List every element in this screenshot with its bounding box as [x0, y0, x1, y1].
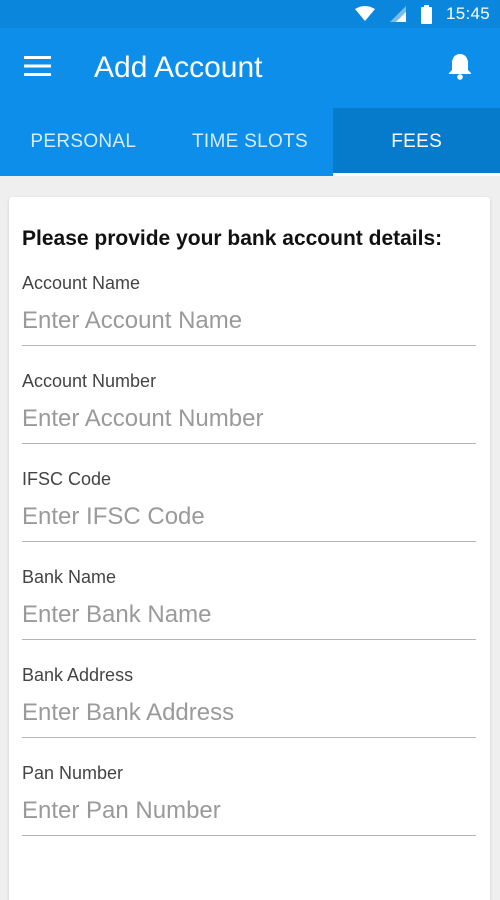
bank-name-field: Bank Name: [22, 567, 476, 640]
account-number-input[interactable]: [22, 405, 476, 444]
pan-number-field: Pan Number: [22, 763, 476, 836]
bank-address-input[interactable]: [22, 699, 476, 738]
ifsc-code-field: IFSC Code: [22, 469, 476, 542]
form-heading: Please provide your bank account details…: [22, 227, 443, 250]
status-bar: 15:45: [0, 0, 500, 28]
tab-personal[interactable]: PERSONAL: [0, 108, 167, 176]
bank-name-label: Bank Name: [22, 567, 117, 587]
account-number-field: Account Number: [22, 371, 476, 444]
page-title: Add Account: [94, 51, 263, 84]
bank-address-label: Bank Address: [22, 665, 134, 685]
account-number-label: Account Number: [22, 371, 157, 391]
notifications-button[interactable]: [440, 48, 480, 88]
account-name-input[interactable]: [22, 307, 476, 346]
ifsc-code-input[interactable]: [22, 503, 476, 542]
bell-icon: [448, 52, 472, 85]
pan-number-input[interactable]: [22, 797, 476, 836]
menu-button[interactable]: [22, 53, 52, 83]
ifsc-code-label: IFSC Code: [22, 469, 112, 489]
bank-address-field: Bank Address: [22, 665, 476, 738]
account-name-field: Account Name: [22, 273, 476, 346]
bank-details-card: Please provide your bank account details…: [9, 197, 490, 900]
account-name-label: Account Name: [22, 273, 141, 293]
pan-number-label: Pan Number: [22, 763, 124, 783]
wifi-icon: [354, 6, 375, 22]
menu-icon: [23, 55, 51, 81]
app-bar: Add Account: [0, 28, 500, 108]
tab-bar: PERSONAL TIME SLOTS FEES: [0, 108, 500, 176]
bank-name-input[interactable]: [22, 601, 476, 640]
battery-icon: [420, 4, 432, 24]
signal-icon: [389, 5, 407, 23]
status-time: 15:45: [445, 4, 490, 23]
tab-fees[interactable]: FEES: [333, 108, 500, 176]
tab-time-slots[interactable]: TIME SLOTS: [167, 108, 334, 176]
